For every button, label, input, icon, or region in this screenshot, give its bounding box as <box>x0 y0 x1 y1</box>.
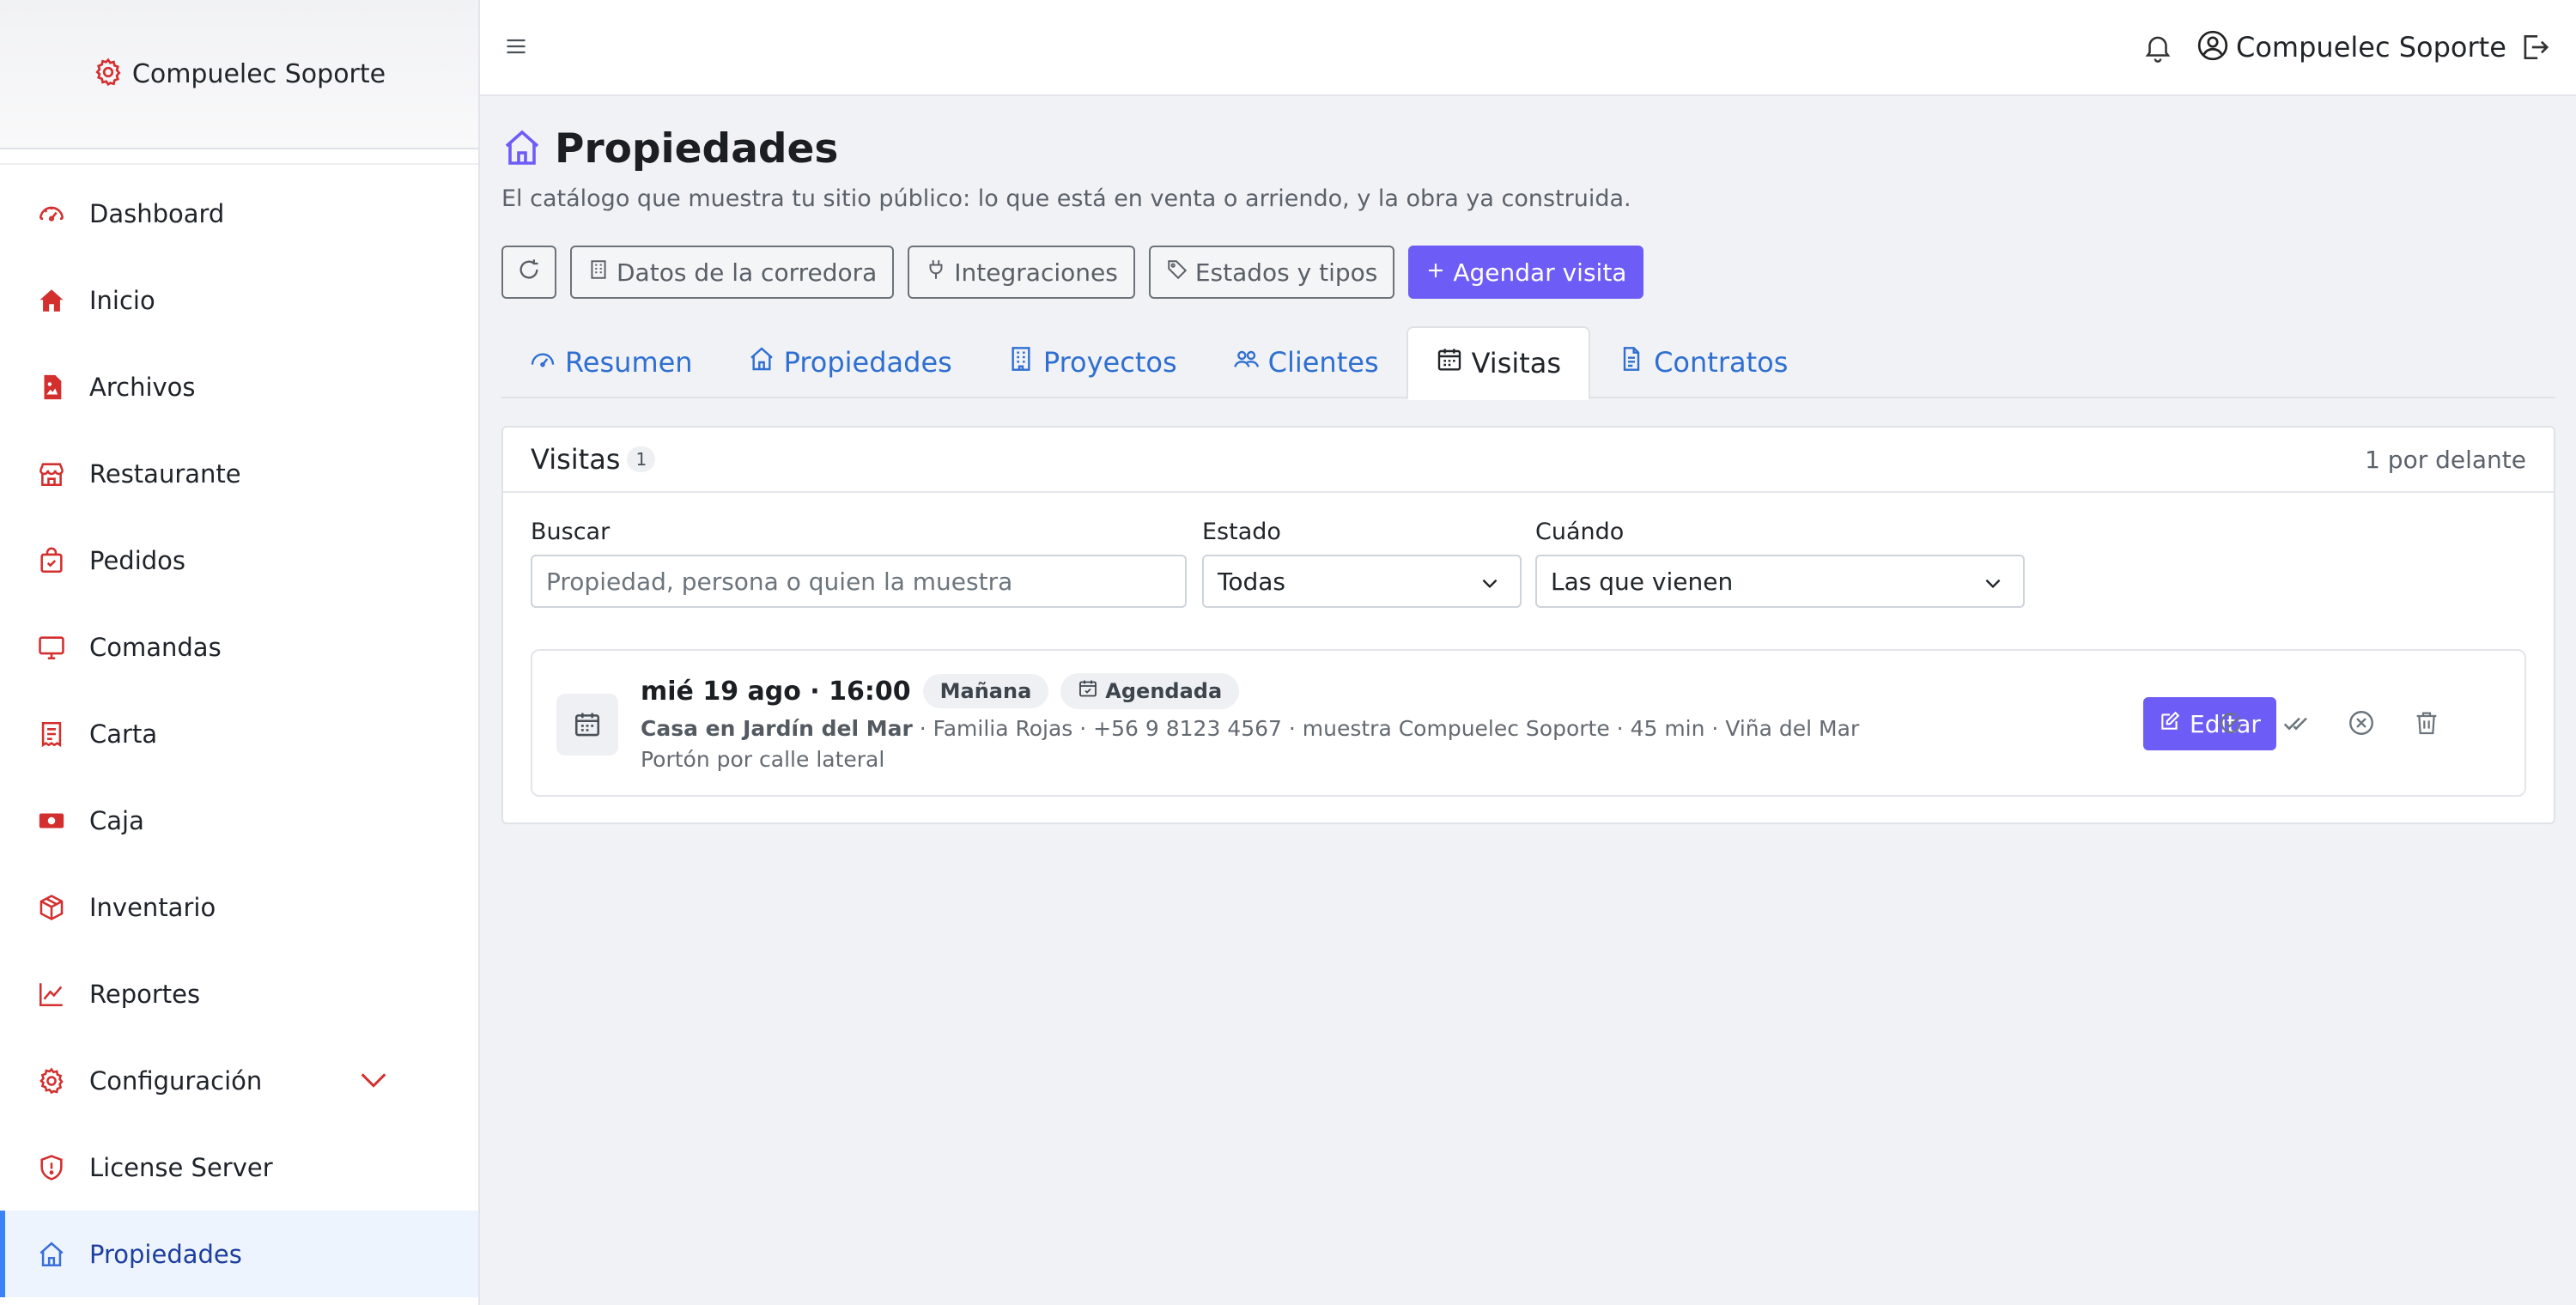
integraciones-button[interactable]: Integraciones <box>908 246 1135 299</box>
confirm-check-icon[interactable] <box>2214 706 2248 740</box>
user-avatar-icon <box>2196 29 2229 65</box>
toolbar: Datos de la corredora Integraciones Esta… <box>501 246 1644 299</box>
cancel-circle-icon[interactable] <box>2344 706 2379 740</box>
chevron-down-icon[interactable] <box>356 1063 391 1101</box>
sidebar-item-propiedades[interactable]: Propiedades <box>0 1211 478 1297</box>
file-image-icon <box>34 370 69 404</box>
gear-icon <box>93 57 124 91</box>
plus-icon <box>1425 258 1446 287</box>
page-header: Propiedades <box>501 125 838 173</box>
calendar-check-icon <box>1078 678 1098 704</box>
user-menu[interactable]: Compuelec Soporte <box>2196 29 2506 65</box>
cuando-label: Cuándo <box>1535 519 1625 545</box>
page-subtitle: El catálogo que muestra tu sitio público… <box>501 185 1631 212</box>
sidebar-item-configuracion[interactable]: Configuración <box>0 1037 478 1124</box>
card-header: Visitas 1 1 por delante <box>503 428 2554 493</box>
search-label: Buscar <box>531 519 611 545</box>
calendar-icon <box>556 694 618 756</box>
shield-icon <box>34 1150 69 1185</box>
refresh-button[interactable] <box>501 246 556 299</box>
home-icon <box>34 283 69 318</box>
visit-meta: · Familia Rojas · +56 9 8123 4567 · mues… <box>912 716 1860 741</box>
sidebar-item-carta[interactable]: Carta <box>0 690 478 777</box>
topbar: Compuelec Soporte <box>480 0 2576 96</box>
house-icon <box>34 1237 69 1272</box>
bell-icon[interactable] <box>2142 31 2174 67</box>
calendar-icon <box>1436 346 1463 380</box>
user-name: Compuelec Soporte <box>2236 31 2506 64</box>
period-badge: Mañana <box>922 674 1049 708</box>
shop-icon <box>34 457 69 491</box>
tab-resumen[interactable]: Resumen <box>501 326 720 398</box>
double-check-icon[interactable] <box>2279 706 2313 740</box>
count-badge: 1 <box>627 446 656 472</box>
estados-tipos-button[interactable]: Estados y tipos <box>1148 246 1395 299</box>
tab-clientes[interactable]: Clientes <box>1205 326 1406 398</box>
pencil-square-icon <box>2159 710 2181 738</box>
card-title: Visitas <box>531 443 621 476</box>
sidebar-item-inventario[interactable]: Inventario <box>0 864 478 950</box>
visit-details: Casa en Jardín del Mar · Familia Rojas ·… <box>641 716 1859 741</box>
cuando-select[interactable]: Las que vienen <box>1535 555 2025 608</box>
visit-property[interactable]: Casa en Jardín del Mar <box>641 716 913 741</box>
plug-icon <box>925 258 947 287</box>
estado-select[interactable]: Todas <box>1202 555 1522 608</box>
sidebar-item-restaurante[interactable]: Restaurante <box>0 430 478 517</box>
brand[interactable]: Compuelec Soporte <box>0 0 478 149</box>
gear-icon <box>34 1064 69 1098</box>
tags-icon <box>1166 258 1188 287</box>
sidebar-item-license-server[interactable]: License Server <box>0 1124 478 1211</box>
sidebar-item-archivos[interactable]: Archivos <box>0 343 478 430</box>
monitor-icon <box>34 630 69 665</box>
menu-toggle-icon[interactable] <box>504 34 528 62</box>
brand-name: Compuelec Soporte <box>131 58 386 89</box>
logout-icon[interactable] <box>2518 31 2551 67</box>
sidebar-item-pedidos[interactable]: Pedidos <box>0 517 478 604</box>
refresh-icon <box>517 258 541 288</box>
house-icon <box>501 127 543 172</box>
dashboard-icon <box>34 197 69 231</box>
sidebar-item-caja[interactable]: Caja <box>0 777 478 864</box>
building-icon <box>1007 345 1035 379</box>
sidebar-item-comandas[interactable]: Comandas <box>0 604 478 690</box>
sidebar-nav: Dashboard Inicio Archivos Restaurante Pe… <box>0 165 478 1297</box>
document-icon <box>1618 345 1645 379</box>
sidebar-item-reportes[interactable]: Reportes <box>0 950 478 1037</box>
chevron-down-icon <box>1982 572 2004 600</box>
visit-datetime: mié 19 ago · 16:00 <box>641 676 911 707</box>
tab-propiedades[interactable]: Propiedades <box>720 326 980 398</box>
cash-icon <box>34 804 69 838</box>
receipt-icon <box>34 717 69 751</box>
sidebar-item-inicio[interactable]: Inicio <box>0 257 478 343</box>
people-icon <box>1232 345 1260 379</box>
chevron-down-icon <box>1479 572 1501 600</box>
sidebar-item-dashboard[interactable]: Dashboard <box>0 170 478 257</box>
box-icon <box>34 890 69 925</box>
visit-header: mié 19 ago · 16:00 Mañana Agendada <box>641 673 1240 709</box>
bag-check-icon <box>34 543 69 578</box>
datos-corredora-button[interactable]: Datos de la corredora <box>570 246 895 299</box>
visitas-card: Visitas 1 1 por delante Buscar Propiedad… <box>501 426 2555 824</box>
edit-button[interactable]: Editar <box>2143 697 2276 750</box>
visit-note: Portón por calle lateral <box>641 747 885 772</box>
tabs: Resumen Propiedades Proyectos Clientes V… <box>501 326 2555 400</box>
building-icon <box>587 258 610 287</box>
page-title: Propiedades <box>555 125 839 173</box>
house-icon <box>748 345 775 379</box>
status-badge: Agendada <box>1060 673 1240 709</box>
sidebar: Compuelec Soporte Dashboard Inicio Archi… <box>0 0 480 1305</box>
speedometer-icon <box>529 345 556 379</box>
ahead-count: 1 por delante <box>2365 445 2526 474</box>
agendar-visita-button[interactable]: Agendar visita <box>1408 246 1644 299</box>
trash-icon[interactable] <box>2409 706 2444 740</box>
estado-label: Estado <box>1202 519 1281 545</box>
tab-contratos[interactable]: Contratos <box>1590 326 1815 398</box>
graph-icon <box>34 977 69 1011</box>
tab-proyectos[interactable]: Proyectos <box>980 326 1205 398</box>
list-item: mié 19 ago · 16:00 Mañana Agendada Casa … <box>531 649 2526 797</box>
tab-visitas[interactable]: Visitas <box>1406 326 1591 400</box>
search-input[interactable]: Propiedad, persona o quien la muestra <box>531 555 1187 608</box>
